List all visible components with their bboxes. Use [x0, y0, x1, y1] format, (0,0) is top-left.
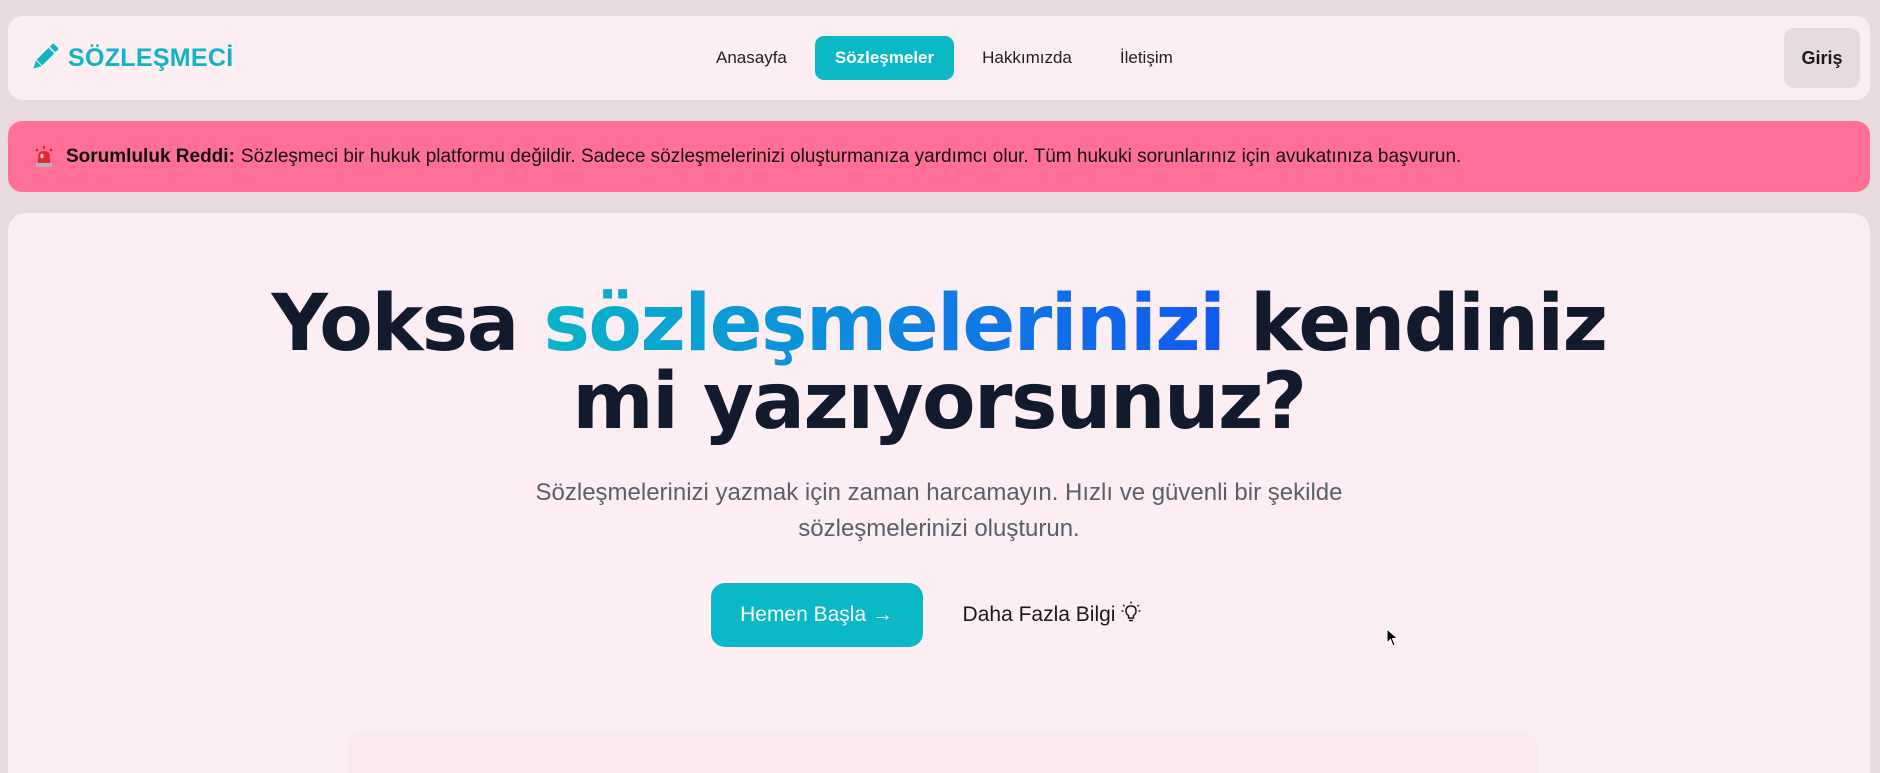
learn-more-label: Daha Fazla Bilgi	[962, 603, 1116, 626]
top-navbar: SÖZLEŞMECİ Anasayfa Sözleşmeler Hakkımız…	[8, 16, 1870, 100]
logo-text: SÖZLEŞMECİ	[68, 43, 234, 72]
nav-links: Anasayfa Sözleşmeler Hakkımızda İletişim	[696, 36, 1193, 80]
content-card-top	[348, 733, 1538, 773]
disclaimer-label: Sorumluluk Reddi:	[66, 145, 235, 167]
nav-link-iletisim[interactable]: İletişim	[1100, 36, 1193, 80]
nav-link-anasayfa[interactable]: Anasayfa	[696, 36, 807, 80]
subtitle-line-1: Sözleşmelerinizi yazmak için zaman harca…	[535, 479, 1343, 506]
nav-link-sozlesmeler[interactable]: Sözleşmeler	[814, 36, 955, 80]
hero-section: Yoksa sözleşmelerinizi kendiniz mi yazıy…	[8, 213, 1870, 773]
pencil-icon	[28, 42, 60, 74]
headline-highlight: sözleşmelerinizi	[543, 279, 1225, 369]
mouse-cursor-icon	[1386, 627, 1400, 653]
learn-more-button[interactable]: Daha Fazla Bilgi	[963, 583, 1142, 647]
subtitle-line-2: sözleşmelerinizi oluşturun.	[798, 515, 1080, 542]
hero-headline: Yoksa sözleşmelerinizi kendiniz mi yazıy…	[8, 285, 1870, 441]
hero-subtitle: Sözleşmelerinizi yazmak için zaman harca…	[8, 475, 1870, 547]
logo[interactable]: SÖZLEŞMECİ	[28, 38, 234, 78]
login-button[interactable]: Giriş	[1784, 28, 1860, 88]
headline-line-2: mi yazıyorsunuz?	[572, 357, 1307, 447]
disclaimer-banner: Sorumluluk Reddi: Sözleşmeci bir hukuk p…	[8, 121, 1870, 192]
get-started-button[interactable]: Hemen Başla →	[710, 583, 923, 647]
headline-part-1: Yoksa	[271, 279, 544, 369]
lightbulb-icon	[1121, 601, 1141, 629]
disclaimer-text: Sözleşmeci bir hukuk platformu değildir.…	[240, 145, 1462, 167]
cta-row: Hemen Başla → Daha Fazla Bilgi	[8, 583, 1870, 647]
siren-icon	[34, 145, 54, 168]
headline-part-2: kendiniz	[1224, 279, 1608, 369]
nav-link-hakkimizda[interactable]: Hakkımızda	[962, 36, 1092, 80]
